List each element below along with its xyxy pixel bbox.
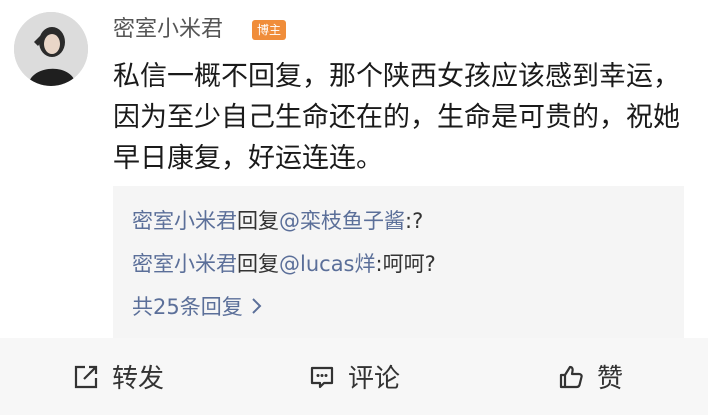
reply-verb: 回复 [237, 252, 279, 276]
more-replies-label: 共25条回复 [132, 295, 243, 319]
like-label: 赞 [596, 364, 623, 394]
like-button[interactable]: 赞 [472, 338, 708, 415]
replies-box: 密室小米君回复@栾枝鱼子酱:? 密室小米君回复@lucas烊:呵呵? 共25条回… [113, 186, 684, 338]
reply-author[interactable]: 密室小米君 [132, 252, 237, 276]
comment-label: 评论 [347, 364, 400, 394]
author-badge: 博主 [252, 20, 287, 40]
comment-button[interactable]: 评论 [236, 338, 472, 415]
share-icon [74, 365, 98, 388]
reply-verb: 回复 [237, 209, 279, 233]
forward-label: 转发 [111, 364, 164, 394]
comment-icon [310, 366, 334, 388]
reply-item[interactable]: 密室小米君回复@栾枝鱼子酱:? [132, 206, 423, 236]
username[interactable]: 密室小米君 [113, 14, 223, 46]
forward-button[interactable]: 转发 [0, 338, 236, 415]
reply-text: :? [405, 209, 424, 233]
thumbs-up-icon [559, 365, 583, 388]
reply-text: :呵呵? [375, 252, 436, 276]
chevron-right-icon [252, 298, 262, 314]
comment-card: 密室小米君 博主 私信一概不回复，那个陕西女孩应该感到幸运，因为至少自己生命还在… [0, 0, 708, 338]
reply-item[interactable]: 密室小米君回复@lucas烊:呵呵? [132, 249, 436, 279]
comment-text: 私信一概不回复，那个陕西女孩应该感到幸运，因为至少自己生命还在的，生命是可贵的，… [113, 61, 680, 174]
reply-author[interactable]: 密室小米君 [132, 209, 237, 233]
reply-mention[interactable]: @lucas烊 [279, 252, 376, 276]
reply-mention[interactable]: @栾枝鱼子酱 [279, 209, 405, 233]
avatar[interactable] [14, 12, 88, 86]
action-bar: 转发 评论 赞 [0, 338, 708, 415]
more-replies-link[interactable]: 共25条回复 [132, 292, 262, 322]
avatar-image [14, 12, 88, 86]
